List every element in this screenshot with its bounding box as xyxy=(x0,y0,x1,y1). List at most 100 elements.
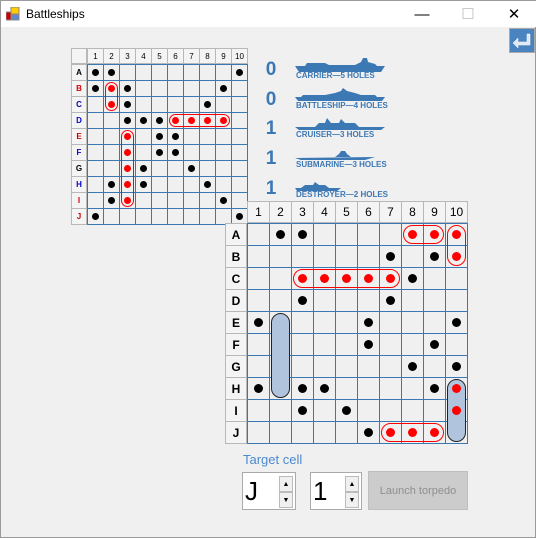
grid-cell-D6[interactable] xyxy=(357,289,380,312)
grid-cell-C10[interactable] xyxy=(231,96,248,113)
grid-cell-F10[interactable] xyxy=(445,333,468,356)
grid-cell-E5[interactable] xyxy=(335,311,358,334)
grid-cell-I8[interactable] xyxy=(401,399,424,422)
grid-cell-C10[interactable] xyxy=(445,267,468,290)
grid-cell-A5[interactable] xyxy=(151,64,168,81)
grid-cell-J8[interactable] xyxy=(199,208,216,225)
maximize-button[interactable]: ☐ xyxy=(445,1,491,27)
grid-cell-J4[interactable] xyxy=(135,208,152,225)
grid-cell-C9[interactable] xyxy=(215,96,232,113)
grid-cell-B2[interactable] xyxy=(269,245,292,268)
grid-cell-I6[interactable] xyxy=(357,399,380,422)
grid-cell-B6[interactable] xyxy=(167,80,184,97)
grid-cell-C2[interactable] xyxy=(269,267,292,290)
grid-cell-J3[interactable] xyxy=(119,208,136,225)
grid-cell-G6[interactable] xyxy=(357,355,380,378)
grid-cell-F9[interactable] xyxy=(215,144,232,161)
grid-cell-I6[interactable] xyxy=(167,192,184,209)
grid-cell-F4[interactable] xyxy=(313,333,336,356)
grid-cell-H7[interactable] xyxy=(183,176,200,193)
grid-cell-F3[interactable] xyxy=(291,333,314,356)
grid-cell-A6[interactable] xyxy=(167,64,184,81)
row-up-button[interactable]: ▲ xyxy=(279,476,293,492)
grid-cell-D1[interactable] xyxy=(87,112,104,129)
grid-cell-H6[interactable] xyxy=(167,176,184,193)
grid-cell-G9[interactable] xyxy=(423,355,446,378)
grid-cell-B1[interactable] xyxy=(247,245,270,268)
grid-cell-D9[interactable] xyxy=(423,289,446,312)
grid-cell-D4[interactable] xyxy=(313,289,336,312)
column-spinner[interactable]: 1 ▲ ▼ xyxy=(310,472,362,510)
grid-cell-J3[interactable] xyxy=(291,421,314,444)
grid-cell-H1[interactable] xyxy=(87,176,104,193)
grid-cell-B4[interactable] xyxy=(313,245,336,268)
grid-cell-E9[interactable] xyxy=(215,128,232,145)
grid-cell-B8[interactable] xyxy=(199,80,216,97)
grid-cell-A7[interactable] xyxy=(379,223,402,246)
grid-cell-F4[interactable] xyxy=(135,144,152,161)
grid-cell-I7[interactable] xyxy=(183,192,200,209)
grid-cell-G10[interactable] xyxy=(231,160,248,177)
grid-cell-B3[interactable] xyxy=(291,245,314,268)
grid-cell-G5[interactable] xyxy=(151,160,168,177)
grid-cell-C5[interactable] xyxy=(151,96,168,113)
grid-cell-A8[interactable] xyxy=(199,64,216,81)
grid-cell-J5[interactable] xyxy=(335,421,358,444)
grid-cell-H9[interactable] xyxy=(215,176,232,193)
grid-cell-C9[interactable] xyxy=(423,267,446,290)
grid-cell-E10[interactable] xyxy=(231,128,248,145)
grid-cell-I9[interactable] xyxy=(423,399,446,422)
grid-cell-F2[interactable] xyxy=(103,144,120,161)
grid-cell-B4[interactable] xyxy=(135,80,152,97)
grid-cell-F8[interactable] xyxy=(199,144,216,161)
grid-cell-E4[interactable] xyxy=(135,128,152,145)
grid-cell-A5[interactable] xyxy=(335,223,358,246)
grid-cell-G1[interactable] xyxy=(87,160,104,177)
grid-cell-D1[interactable] xyxy=(247,289,270,312)
grid-cell-C7[interactable] xyxy=(183,96,200,113)
grid-cell-F10[interactable] xyxy=(231,144,248,161)
grid-cell-B7[interactable] xyxy=(183,80,200,97)
grid-cell-I7[interactable] xyxy=(379,399,402,422)
grid-cell-B10[interactable] xyxy=(231,80,248,97)
grid-cell-F1[interactable] xyxy=(247,333,270,356)
grid-cell-A7[interactable] xyxy=(183,64,200,81)
grid-cell-G9[interactable] xyxy=(215,160,232,177)
grid-cell-I4[interactable] xyxy=(135,192,152,209)
column-value[interactable]: 1 xyxy=(313,476,327,507)
grid-cell-F7[interactable] xyxy=(379,333,402,356)
grid-cell-J1[interactable] xyxy=(247,421,270,444)
grid-cell-E7[interactable] xyxy=(183,128,200,145)
grid-cell-I4[interactable] xyxy=(313,399,336,422)
row-value[interactable]: J xyxy=(245,476,258,507)
grid-cell-C1[interactable] xyxy=(87,96,104,113)
grid-cell-B8[interactable] xyxy=(401,245,424,268)
grid-cell-G6[interactable] xyxy=(167,160,184,177)
grid-cell-A1[interactable] xyxy=(247,223,270,246)
grid-cell-D5[interactable] xyxy=(335,289,358,312)
row-down-button[interactable]: ▼ xyxy=(279,492,293,508)
minimize-button[interactable]: — xyxy=(399,1,445,27)
grid-cell-J5[interactable] xyxy=(151,208,168,225)
grid-cell-G5[interactable] xyxy=(335,355,358,378)
grid-cell-E7[interactable] xyxy=(379,311,402,334)
grid-cell-J6[interactable] xyxy=(167,208,184,225)
grid-cell-D10[interactable] xyxy=(231,112,248,129)
grid-cell-H10[interactable] xyxy=(231,176,248,193)
grid-cell-D2[interactable] xyxy=(103,112,120,129)
grid-cell-G4[interactable] xyxy=(313,355,336,378)
column-down-button[interactable]: ▼ xyxy=(345,492,359,508)
grid-cell-H5[interactable] xyxy=(335,377,358,400)
grid-cell-I1[interactable] xyxy=(87,192,104,209)
grid-cell-D8[interactable] xyxy=(401,289,424,312)
grid-cell-A4[interactable] xyxy=(313,223,336,246)
grid-cell-H5[interactable] xyxy=(151,176,168,193)
grid-cell-J2[interactable] xyxy=(269,421,292,444)
grid-cell-E4[interactable] xyxy=(313,311,336,334)
grid-cell-A3[interactable] xyxy=(119,64,136,81)
grid-cell-B6[interactable] xyxy=(357,245,380,268)
return-button[interactable] xyxy=(509,28,535,53)
grid-cell-A6[interactable] xyxy=(357,223,380,246)
grid-cell-I5[interactable] xyxy=(151,192,168,209)
grid-cell-F8[interactable] xyxy=(401,333,424,356)
